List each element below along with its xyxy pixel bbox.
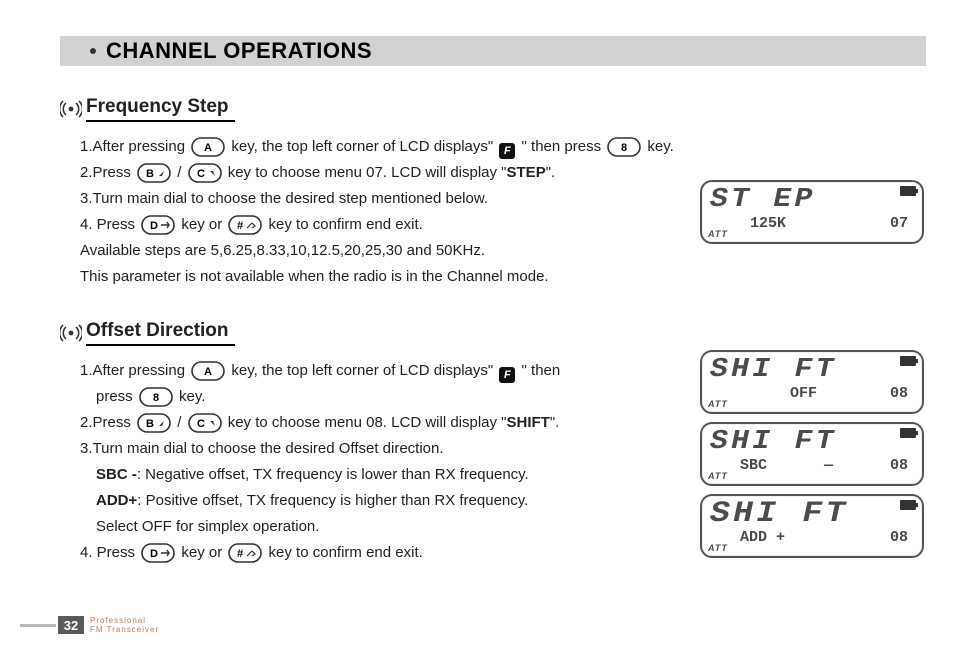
key-8-icon: 8 bbox=[607, 137, 641, 157]
lcd-value: 125K bbox=[750, 215, 786, 232]
lcd-att: ATT bbox=[708, 399, 728, 409]
lcd-value: SBC bbox=[740, 457, 767, 474]
text: key or bbox=[177, 216, 226, 233]
svg-text:D: D bbox=[150, 220, 158, 232]
section-body: 1.After pressing A key, the top left cor… bbox=[60, 358, 690, 566]
text: key. bbox=[175, 388, 206, 405]
text: 2.Press bbox=[80, 164, 135, 181]
lcd-menu: 07 bbox=[890, 215, 908, 232]
svg-text:A: A bbox=[204, 366, 212, 378]
text: : Negative offset, TX frequency is lower… bbox=[137, 466, 529, 483]
key-a-icon: A bbox=[191, 137, 225, 157]
text: Available steps are 5,6.25,8.33,10,12.5,… bbox=[80, 238, 690, 264]
svg-text:#: # bbox=[237, 220, 243, 232]
text: key to choose menu 07. LCD will display … bbox=[224, 164, 507, 181]
bold-text: SBC - bbox=[96, 466, 137, 483]
svg-text:B: B bbox=[146, 418, 154, 430]
text: key. bbox=[643, 138, 674, 155]
text: ". bbox=[550, 414, 560, 431]
footer-line1: Professional bbox=[90, 616, 159, 625]
key-hash-icon: # bbox=[228, 215, 262, 235]
key-d-icon: D bbox=[141, 543, 175, 563]
key-d-icon: D bbox=[141, 215, 175, 235]
section-title: Offset Direction bbox=[86, 320, 235, 346]
key-hash-icon: # bbox=[228, 543, 262, 563]
text: / bbox=[173, 164, 186, 181]
text: 3.Turn main dial to choose the desired s… bbox=[80, 186, 690, 212]
text: This parameter is not available when the… bbox=[80, 264, 690, 290]
broadcast-icon bbox=[60, 323, 82, 343]
section-body: 1.After pressing A key, the top left cor… bbox=[60, 134, 690, 290]
text: " then press bbox=[517, 138, 605, 155]
lcd-big: SHI FT bbox=[710, 427, 934, 457]
lcd-shift-group: SHI FT OFF 08 ATT SHI FT SBC — 08 ATT SH… bbox=[700, 350, 924, 566]
text: 1.After pressing bbox=[80, 138, 189, 155]
lcd-big: SHI FT bbox=[710, 499, 934, 529]
text: 2.Press bbox=[80, 414, 135, 431]
key-8-icon: 8 bbox=[139, 387, 173, 407]
key-c-icon: C bbox=[188, 163, 222, 183]
text: key or bbox=[177, 544, 226, 561]
key-a-icon: A bbox=[191, 361, 225, 381]
key-b-icon: B bbox=[137, 163, 171, 183]
lcd-step: ST EP 125K 07 ATT bbox=[700, 180, 924, 252]
lcd-value: — bbox=[824, 457, 833, 474]
chapter-header: CHANNEL OPERATIONS bbox=[60, 36, 926, 66]
bold-text: SHIFT bbox=[507, 414, 550, 431]
page-number: 32 bbox=[58, 616, 84, 634]
key-c-icon: C bbox=[188, 413, 222, 433]
text: 4. Press bbox=[80, 216, 139, 233]
footer-line2: FM Transceiver bbox=[90, 625, 159, 634]
lcd-att: ATT bbox=[708, 229, 728, 239]
svg-text:8: 8 bbox=[621, 142, 627, 154]
text: key to choose menu 08. LCD will display … bbox=[224, 414, 507, 431]
lcd-value: ADD + bbox=[740, 529, 785, 546]
text: 3.Turn main dial to choose the desired O… bbox=[80, 436, 690, 462]
text: 1.After pressing bbox=[80, 362, 189, 379]
section-title: Frequency Step bbox=[86, 96, 235, 122]
text: key to confirm end exit. bbox=[264, 216, 422, 233]
text: / bbox=[173, 414, 186, 431]
chapter-title: CHANNEL OPERATIONS bbox=[106, 38, 372, 64]
lcd-menu: 08 bbox=[890, 457, 908, 474]
lcd-att: ATT bbox=[708, 543, 728, 553]
page-footer: 32 Professional FM Transceiver bbox=[20, 616, 159, 634]
lcd-display: SHI FT ADD + 08 ATT bbox=[700, 494, 924, 558]
svg-text:8: 8 bbox=[153, 392, 159, 404]
text: 4. Press bbox=[80, 544, 139, 561]
text: press bbox=[96, 388, 137, 405]
broadcast-icon bbox=[60, 99, 82, 119]
text: key, the top left corner of LCD displays… bbox=[227, 362, 497, 379]
text: " then bbox=[517, 362, 560, 379]
lcd-display: SHI FT OFF 08 ATT bbox=[700, 350, 924, 414]
bold-text: STEP bbox=[507, 164, 546, 181]
lcd-display: ST EP 125K 07 ATT bbox=[700, 180, 924, 244]
key-b-icon: B bbox=[137, 413, 171, 433]
text: : Positive offset, TX frequency is highe… bbox=[137, 492, 528, 509]
lcd-big: ST EP bbox=[710, 185, 934, 215]
lcd-menu: 08 bbox=[890, 529, 908, 546]
svg-text:D: D bbox=[150, 548, 158, 560]
lcd-value: OFF bbox=[790, 385, 817, 402]
text: key, the top left corner of LCD displays… bbox=[227, 138, 497, 155]
svg-text:#: # bbox=[237, 548, 243, 560]
lcd-display: SHI FT SBC — 08 ATT bbox=[700, 422, 924, 486]
lcd-big: SHI FT bbox=[710, 355, 934, 385]
lcd-menu: 08 bbox=[890, 385, 908, 402]
lcd-att: ATT bbox=[708, 471, 728, 481]
svg-text:C: C bbox=[197, 418, 205, 430]
svg-text:A: A bbox=[204, 142, 212, 154]
footer-rule bbox=[20, 624, 56, 627]
bullet-icon bbox=[90, 48, 96, 54]
text: key to confirm end exit. bbox=[264, 544, 422, 561]
text: Select OFF for simplex operation. bbox=[80, 514, 690, 540]
svg-text:B: B bbox=[146, 168, 154, 180]
bold-text: ADD+ bbox=[96, 492, 137, 509]
text: ". bbox=[546, 164, 556, 181]
f-indicator-icon: F bbox=[499, 143, 515, 159]
svg-text:C: C bbox=[197, 168, 205, 180]
f-indicator-icon: F bbox=[499, 367, 515, 383]
